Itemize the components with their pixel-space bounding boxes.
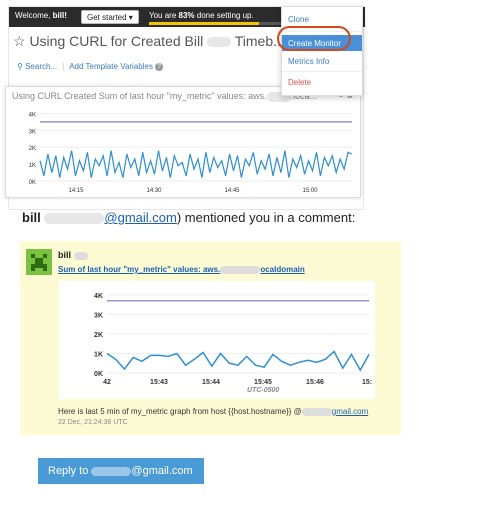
create-monitor-highlight-circle xyxy=(277,26,351,51)
dashboard-title: ☆ Using CURL for Created Bill Timeb... xyxy=(13,33,285,49)
menu-item-delete[interactable]: Delete xyxy=(288,78,311,87)
series-line xyxy=(106,350,370,372)
setup-progress-fill xyxy=(149,22,259,25)
y-tick-label: 3K xyxy=(29,129,36,135)
x-tick-label: 14:45 xyxy=(224,188,240,194)
redacted-text xyxy=(220,265,261,274)
toolbar-divider: | xyxy=(62,62,65,71)
search-link[interactable]: Search... xyxy=(25,62,57,71)
redacted-text xyxy=(91,466,132,476)
y-tick-label: 4K xyxy=(94,293,103,300)
x-tick-label: 42 xyxy=(103,379,111,386)
comment-timestamp: 22 Dec, 21:24:38 UTC xyxy=(58,419,128,426)
widget-menu: Clone Create Monitor Metrics Info Delete xyxy=(281,6,363,96)
setup-progress-bar xyxy=(149,22,281,25)
comment-message: Here is last 5 min of my_metric graph fr… xyxy=(58,407,369,416)
y-tick-label: 1K xyxy=(94,351,103,358)
avatar xyxy=(26,249,52,275)
search-icon[interactable]: ⚲ xyxy=(17,62,23,71)
x-tick-label: 15:44 xyxy=(202,379,220,386)
snapshot-line-chart: 0K 1K 2K 3K 4K 42 15:43 15:44 15:45 15:46 15: xyxy=(94,293,372,386)
x-tick-label: 14:15 xyxy=(68,188,84,194)
y-tick-label: 4K xyxy=(29,112,36,118)
redacted-text xyxy=(207,37,232,48)
y-tick-label: 2K xyxy=(94,332,103,339)
add-template-variables-link[interactable]: Add Template Variables xyxy=(69,62,153,71)
mention-notice: bill @gmail.com) mentioned you in a comm… xyxy=(22,210,356,225)
x-tick-label: 15:46 xyxy=(306,379,324,386)
redacted-text xyxy=(301,407,332,416)
y-tick-label: 3K xyxy=(94,312,103,319)
reply-button[interactable]: Reply to @gmail.com xyxy=(38,458,204,484)
timeseries-widget[interactable]: Using CURL Created Sum of last hour "my_… xyxy=(5,86,361,198)
comment-card: bill Sum of last hour "my_metric" values… xyxy=(20,241,401,435)
help-icon[interactable]: ? xyxy=(155,62,164,71)
menu-divider xyxy=(282,71,362,72)
x-tick-label: 15:45 xyxy=(254,379,272,386)
message-email-link[interactable]: gmail.com xyxy=(332,407,368,416)
x-tick-label: 14:30 xyxy=(146,188,162,194)
redacted-text xyxy=(44,213,105,225)
menu-item-metrics-info[interactable]: Metrics Info xyxy=(288,57,329,66)
timezone-label: UTC-0500 xyxy=(247,387,280,394)
setup-progress-text: You are 83% done setting up. xyxy=(149,11,254,20)
y-tick-label: 0K xyxy=(29,180,36,186)
x-tick-label: 15:00 xyxy=(302,188,318,194)
y-tick-label: 2K xyxy=(29,146,36,152)
menu-item-clone[interactable]: Clone xyxy=(288,15,309,24)
welcome-text: Welcome, bill! xyxy=(15,11,67,20)
redacted-text xyxy=(73,251,88,260)
mention-email-link[interactable]: @gmail.com xyxy=(104,210,176,225)
x-tick-label: 15:43 xyxy=(150,379,168,386)
get-started-button[interactable]: Get started ▾ xyxy=(81,10,139,24)
graph-title-link[interactable]: Sum of last hour "my_metric" values: aws… xyxy=(58,265,305,274)
y-tick-label: 0K xyxy=(94,371,103,378)
alien-avatar-icon xyxy=(26,249,52,275)
x-tick-label: 15: xyxy=(362,379,372,386)
y-tick-label: 1K xyxy=(29,163,36,169)
snapshot-graph: 0K 1K 2K 3K 4K 42 15:43 15:44 15:45 15:46 15: UTC-… xyxy=(59,281,375,399)
comment-author: bill xyxy=(58,250,88,260)
dashboard-toolbar: ⚲ Search... | Add Template Variables ? xyxy=(17,62,164,71)
dashboard-line-chart: 0K 1K 2K 3K 4K 14:15 14:30 14:45 15:00 xyxy=(29,112,353,194)
